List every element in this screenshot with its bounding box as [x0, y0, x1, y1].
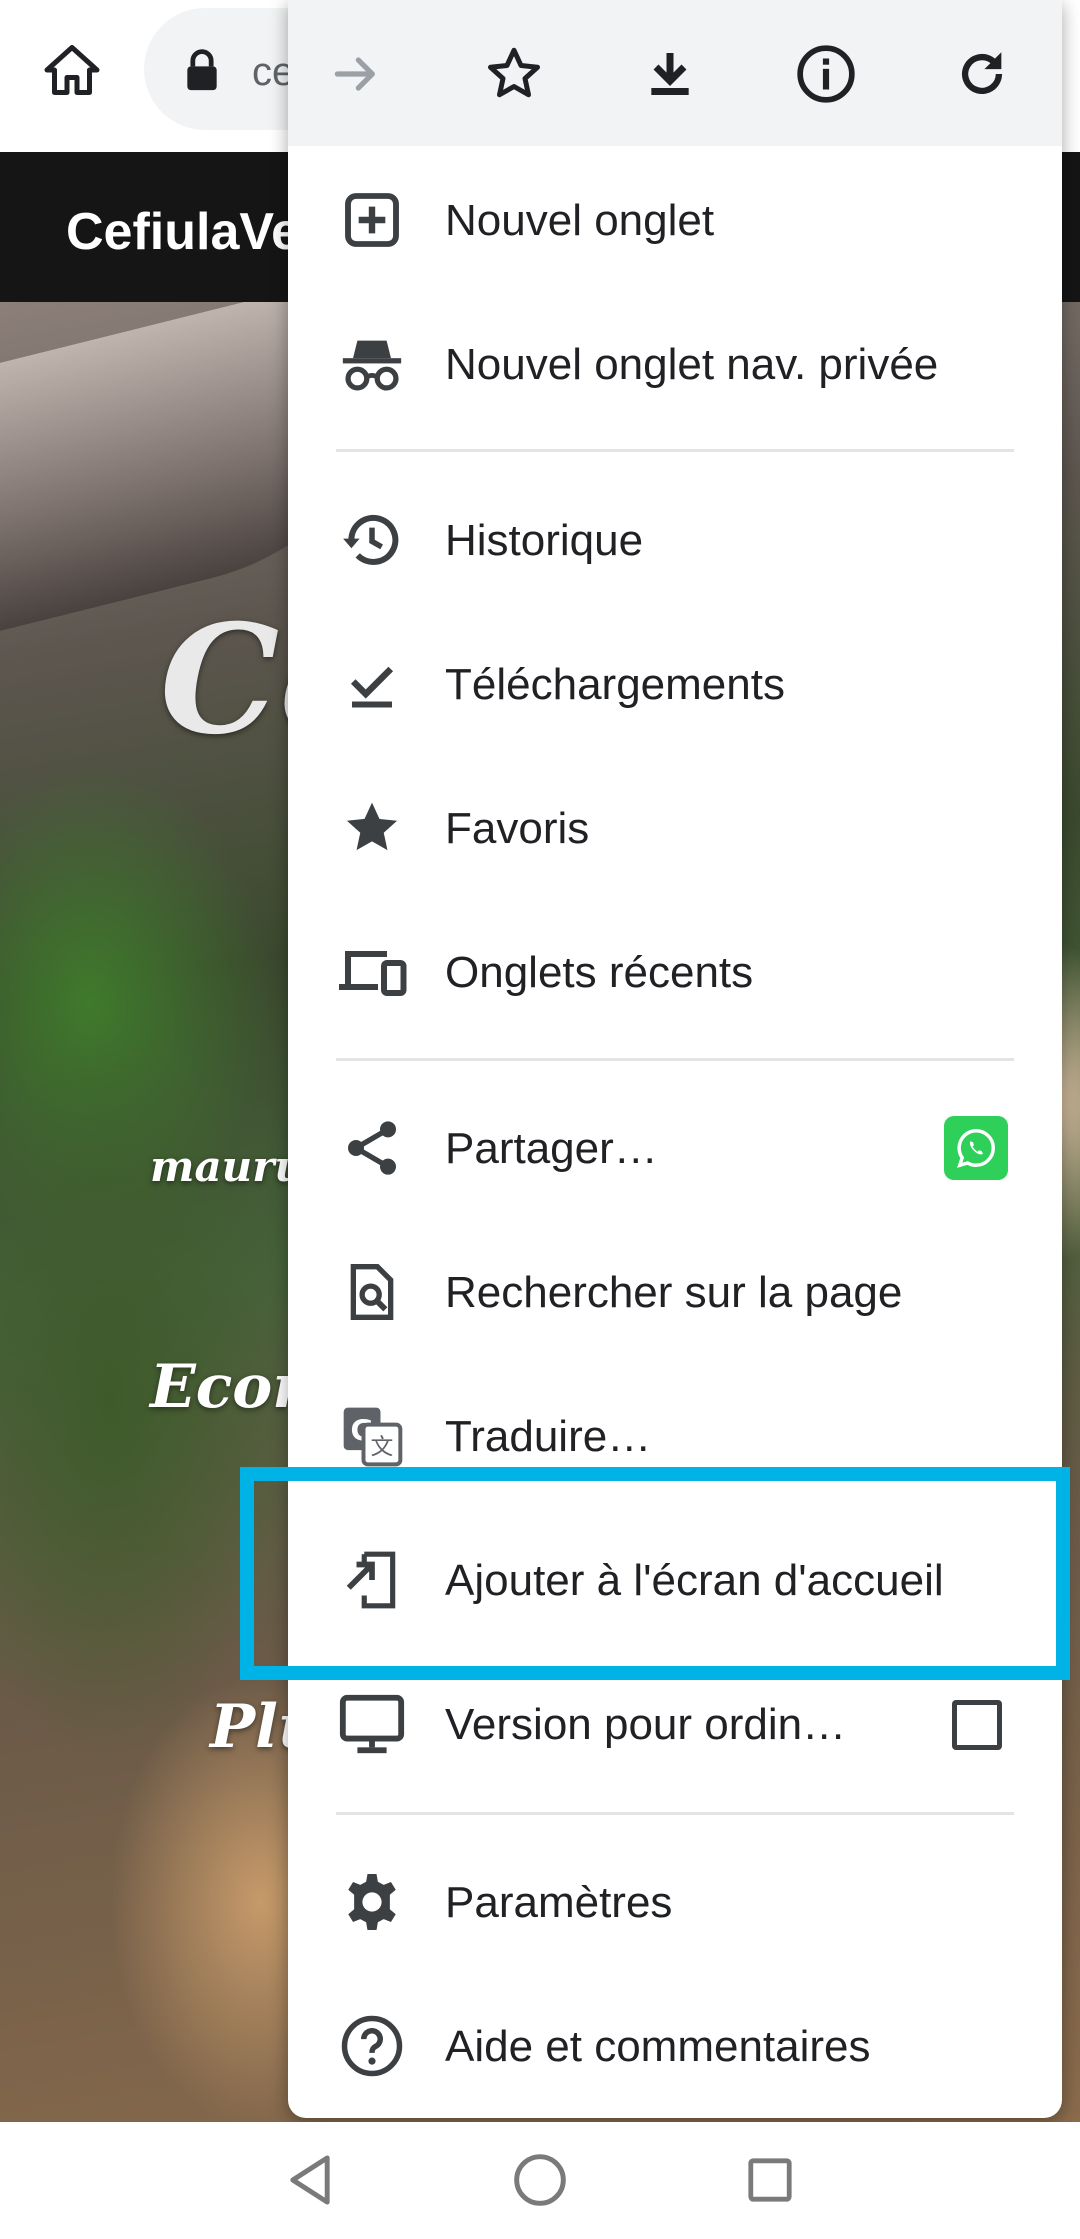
- menu-item-label: Ajouter à l'écran d'accueil: [445, 1556, 944, 1605]
- home-nav-button[interactable]: [510, 2150, 570, 2210]
- settings-icon: [336, 1866, 408, 1938]
- menu-item-downloads[interactable]: Téléchargements: [288, 612, 1062, 756]
- lock-icon: [187, 49, 217, 91]
- menu-divider: [336, 1058, 1014, 1061]
- recents-icon: [748, 2158, 792, 2202]
- menu-item-help[interactable]: Aide et commentaires: [288, 1974, 1062, 2118]
- devices-icon: [336, 936, 408, 1008]
- menu-item-share[interactable]: Partager…: [288, 1076, 1062, 1220]
- menu-item-label: Version pour ordin…: [445, 1700, 847, 1749]
- star-icon: [336, 792, 408, 864]
- system-nav-bar: [0, 2122, 1080, 2239]
- desktop-site-checkbox[interactable]: [952, 1700, 1002, 1750]
- menu-item-add-to-home-screen[interactable]: Ajouter à l'écran d'accueil: [288, 1508, 1062, 1652]
- menu-item-label: Paramètres: [445, 1878, 673, 1927]
- menu-divider: [336, 449, 1014, 452]
- menu-item-translate[interactable]: G文 Traduire…: [288, 1364, 1062, 1508]
- translate-icon: G文: [336, 1400, 408, 1472]
- whatsapp-icon: [957, 1129, 995, 1168]
- info-icon: [797, 45, 855, 103]
- download-icon: [651, 53, 689, 95]
- bookmark-button[interactable]: [475, 35, 553, 113]
- back-button[interactable]: [280, 2150, 340, 2210]
- share-icon: [336, 1112, 408, 1184]
- downloads-icon: [336, 648, 408, 720]
- help-icon: [336, 2010, 408, 2082]
- svg-text:文: 文: [371, 1434, 394, 1460]
- menu-item-label: Nouvel onglet nav. privée: [445, 340, 939, 389]
- new-tab-icon: [336, 184, 408, 256]
- menu-item-settings[interactable]: Paramètres: [288, 1830, 1062, 1974]
- find-in-page-icon: [336, 1256, 408, 1328]
- menu-item-label: Aide et commentaires: [445, 2022, 871, 2071]
- history-icon: [336, 504, 408, 576]
- site-title[interactable]: CefiulaVe: [66, 202, 300, 262]
- forward-button[interactable]: [317, 35, 395, 113]
- recents-button[interactable]: [740, 2150, 800, 2210]
- menu-item-incognito[interactable]: Nouvel onglet nav. privée: [288, 292, 1062, 436]
- incognito-icon: [336, 328, 408, 400]
- overflow-menu: Nouvel onglet Nouvel onglet nav. privée …: [288, 0, 1062, 2118]
- bookmark-star-icon: [488, 47, 540, 98]
- menu-item-find-in-page[interactable]: Rechercher sur la page: [288, 1220, 1062, 1364]
- page-info-button[interactable]: [787, 35, 865, 113]
- menu-toolbar: [288, 0, 1062, 146]
- menu-item-desktop-site[interactable]: Version pour ordin…: [288, 1652, 1062, 1796]
- menu-item-history[interactable]: Historique: [288, 468, 1062, 612]
- back-icon: [290, 2155, 330, 2205]
- menu-item-label: Téléchargements: [445, 660, 785, 709]
- home-icon: [44, 45, 100, 95]
- home-circle-icon: [514, 2154, 566, 2206]
- menu-item-label: Historique: [445, 516, 644, 565]
- menu-item-label: Rechercher sur la page: [445, 1268, 903, 1317]
- menu-item-label: Onglets récents: [445, 948, 754, 997]
- menu-divider: [336, 1812, 1014, 1815]
- home-button[interactable]: [36, 34, 108, 106]
- menu-item-label: Partager…: [445, 1124, 658, 1173]
- menu-item-bookmarks[interactable]: Favoris: [288, 756, 1062, 900]
- menu-item-new-tab[interactable]: Nouvel onglet: [288, 148, 1062, 292]
- menu-item-label: Favoris: [445, 804, 590, 853]
- menu-item-recent-tabs[interactable]: Onglets récents: [288, 900, 1062, 1044]
- forward-icon: [334, 57, 375, 91]
- add-to-home-icon: [336, 1544, 408, 1616]
- whatsapp-share-button[interactable]: [944, 1116, 1008, 1180]
- reload-icon: [961, 52, 1003, 95]
- download-button[interactable]: [631, 35, 709, 113]
- reload-button[interactable]: [943, 35, 1021, 113]
- menu-item-label: Traduire…: [445, 1412, 652, 1461]
- desktop-icon: [336, 1688, 408, 1760]
- menu-item-label: Nouvel onglet: [445, 196, 715, 245]
